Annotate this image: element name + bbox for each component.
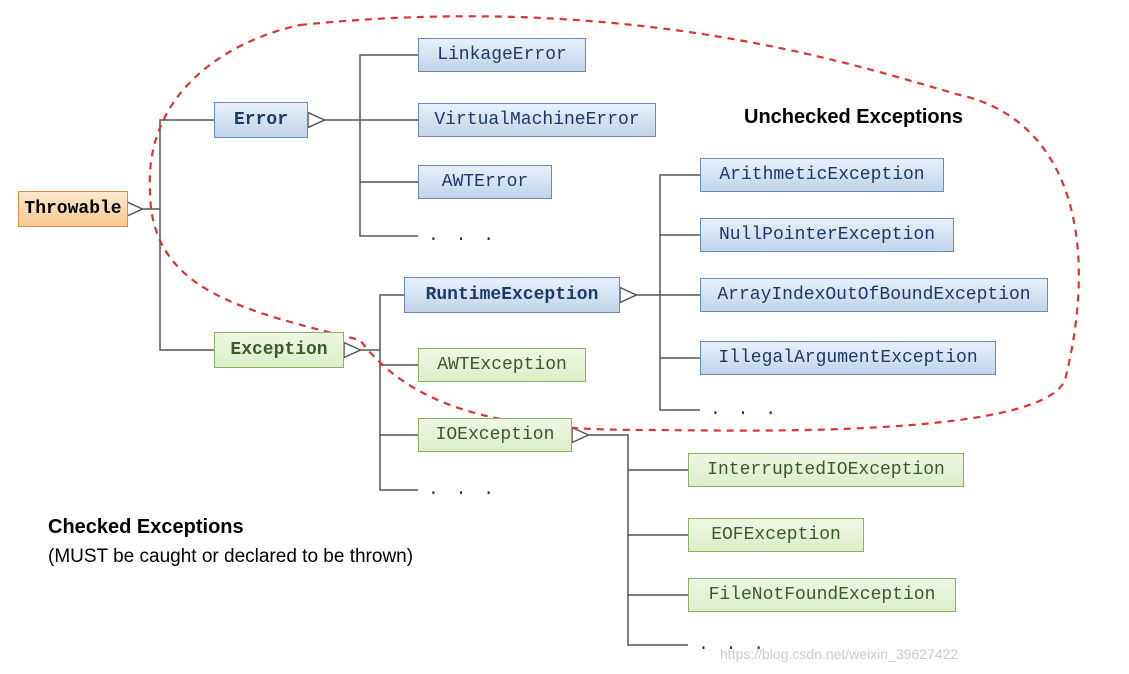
- label-unchecked: Unchecked Exceptions: [744, 106, 963, 129]
- label-checked-sub: (MUST be caught or declared to be thrown…: [48, 546, 413, 568]
- node-arrayindex-exception: ArrayIndexOutOfBoundException: [700, 278, 1048, 312]
- node-runtime-exception: RuntimeException: [404, 277, 620, 313]
- node-throwable: Throwable: [18, 191, 128, 227]
- node-label: ArithmeticException: [719, 165, 924, 185]
- node-label: InterruptedIOException: [707, 460, 945, 480]
- node-nullpointer-exception: NullPointerException: [700, 218, 954, 252]
- node-exception: Exception: [214, 332, 344, 368]
- node-io-exception: IOException: [418, 418, 572, 452]
- node-label: IllegalArgumentException: [718, 348, 977, 368]
- watermark: https://blog.csdn.net/weixin_39627422: [720, 646, 958, 662]
- node-eof-exception: EOFException: [688, 518, 864, 552]
- node-label: RuntimeException: [426, 285, 599, 305]
- node-label: IOException: [436, 425, 555, 445]
- node-label: Throwable: [24, 199, 121, 219]
- node-error: Error: [214, 102, 308, 138]
- node-label: LinkageError: [437, 45, 567, 65]
- node-illegalargument-exception: IllegalArgumentException: [700, 341, 996, 375]
- node-awt-error: AWTError: [418, 165, 552, 199]
- node-label: Exception: [230, 340, 327, 360]
- node-label: NullPointerException: [719, 225, 935, 245]
- label-checked-title: Checked Exceptions: [48, 516, 244, 539]
- node-label: AWTException: [437, 355, 567, 375]
- node-awt-exception: AWTException: [418, 348, 586, 382]
- node-interruptedio-exception: InterruptedIOException: [688, 453, 964, 487]
- node-label: AWTError: [442, 172, 528, 192]
- node-label: FileNotFoundException: [709, 585, 936, 605]
- node-label: ArrayIndexOutOfBoundException: [717, 285, 1030, 305]
- node-label: VirtualMachineError: [434, 110, 639, 130]
- connectors: [0, 0, 1129, 674]
- node-arithmetic-exception: ArithmeticException: [700, 158, 944, 192]
- ellipsis: . . .: [428, 226, 497, 246]
- node-label: Error: [234, 110, 288, 130]
- node-virtualmachine-error: VirtualMachineError: [418, 103, 656, 137]
- node-label: EOFException: [711, 525, 841, 545]
- ellipsis: . . .: [428, 480, 497, 500]
- ellipsis: . . .: [710, 400, 779, 420]
- node-linkage-error: LinkageError: [418, 38, 586, 72]
- node-filenotfound-exception: FileNotFoundException: [688, 578, 956, 612]
